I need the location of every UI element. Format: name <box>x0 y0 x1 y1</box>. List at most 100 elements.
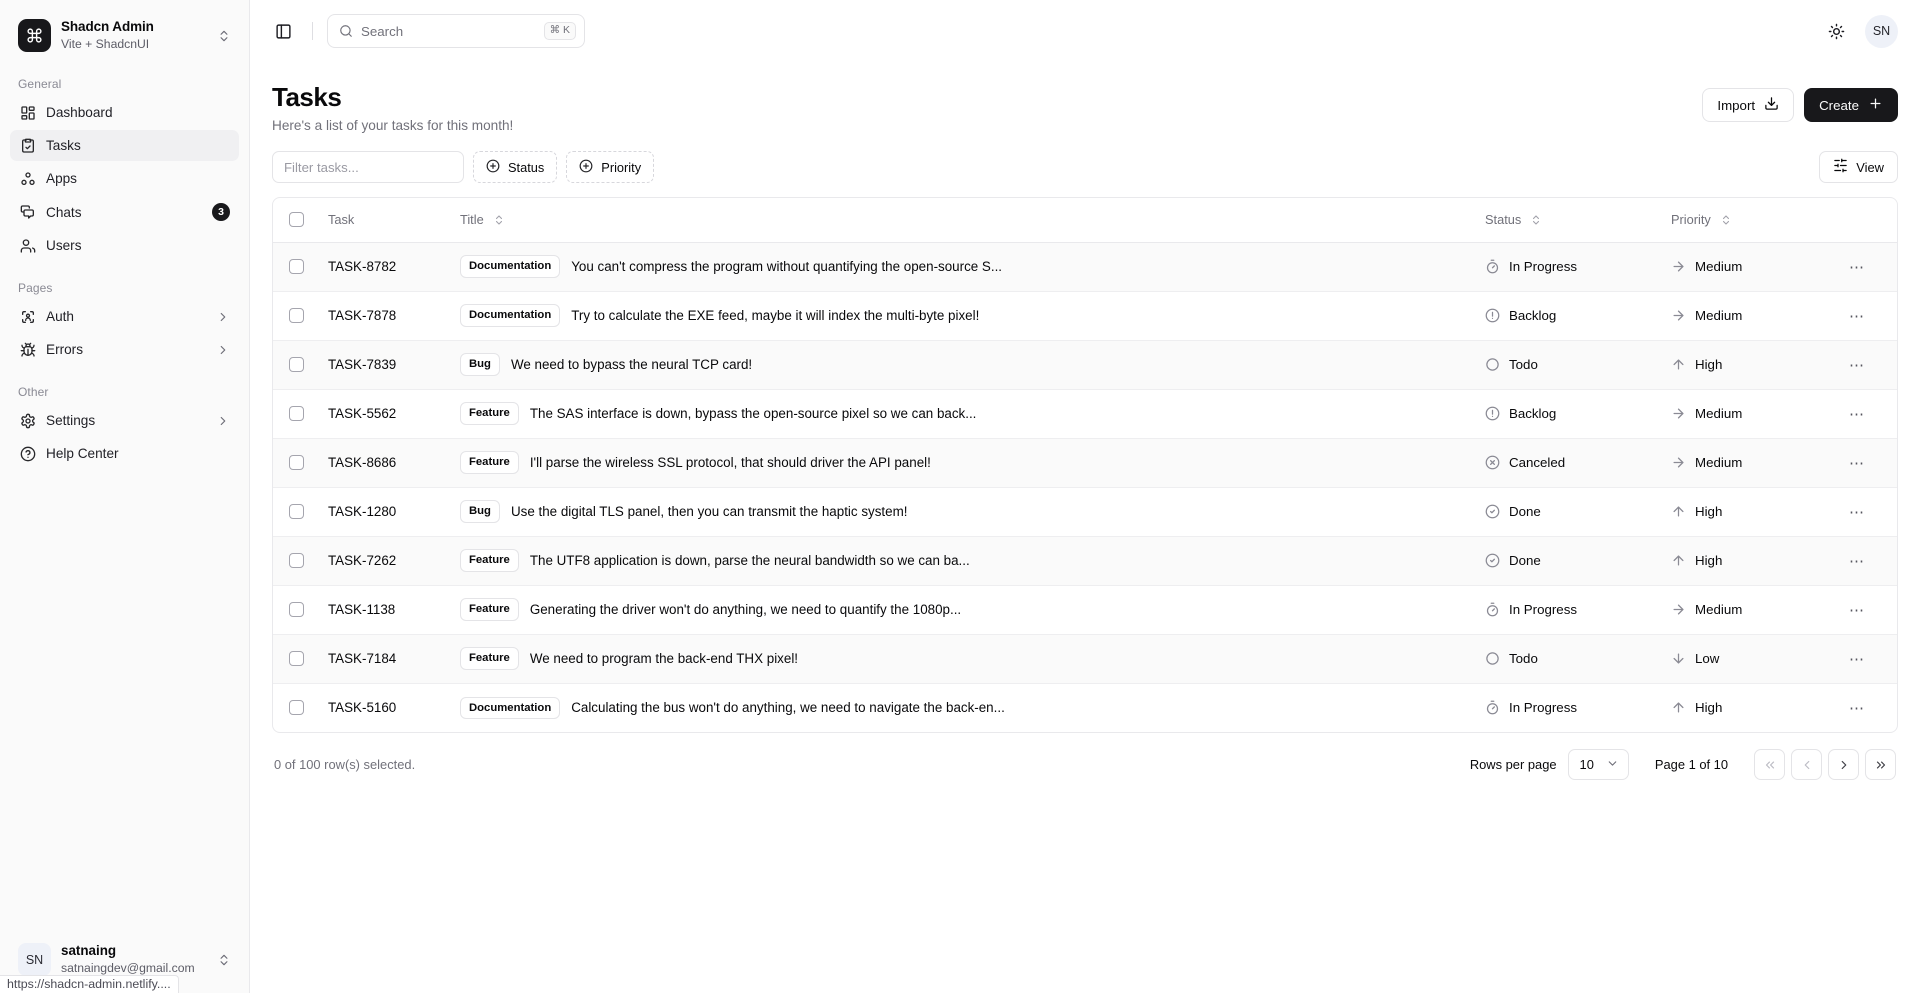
column-title-sort[interactable]: Title <box>460 212 505 227</box>
sidebar-item-settings[interactable]: Settings <box>10 405 239 436</box>
table-row[interactable]: TASK-1280 Bug Use the digital TLS panel, t… <box>273 487 1897 536</box>
row-select-cell <box>273 487 316 536</box>
ellipsis-icon[interactable]: ⋯ <box>1843 253 1871 281</box>
column-task-header: Task <box>328 212 354 227</box>
row-status-label: Todo <box>1509 357 1538 372</box>
previous-page-button[interactable] <box>1791 749 1822 780</box>
arrow-up-icon <box>1671 504 1686 519</box>
table-row[interactable]: TASK-8686 Feature I'll parse the wireless … <box>273 438 1897 487</box>
page-subtitle: Here's a list of your tasks for this mon… <box>272 118 514 133</box>
table-row[interactable]: TASK-1138 Feature Generating the driver wo… <box>273 585 1897 634</box>
sidebar-item-apps[interactable]: Apps <box>10 163 239 194</box>
row-status-cell: Canceled <box>1473 438 1659 487</box>
table-row[interactable]: TASK-7262 Feature The UTF8 application is … <box>273 536 1897 585</box>
row-priority-label: High <box>1695 504 1723 519</box>
divider <box>312 22 313 40</box>
first-page-button[interactable] <box>1754 749 1785 780</box>
sidebar-item-tasks[interactable]: Tasks <box>10 130 239 162</box>
row-actions-cell: ⋯ <box>1831 242 1897 291</box>
row-checkbox[interactable] <box>289 406 304 421</box>
rows-per-page-label: Rows per page <box>1469 757 1557 772</box>
row-task-id: TASK-8686 <box>328 455 397 470</box>
row-actions-cell: ⋯ <box>1831 389 1897 438</box>
ellipsis-icon[interactable]: ⋯ <box>1843 645 1871 673</box>
table-row[interactable]: TASK-8782 Documentation You can't compress… <box>273 242 1897 291</box>
row-tag: Bug <box>460 353 500 376</box>
sidebar-item-users[interactable]: Users <box>10 230 239 261</box>
row-checkbox[interactable] <box>289 602 304 617</box>
row-priority-label: Low <box>1695 651 1720 666</box>
row-checkbox[interactable] <box>289 504 304 519</box>
sidebar-item-help-center[interactable]: Help Center <box>10 438 239 469</box>
column-priority-sort[interactable]: Priority <box>1671 212 1732 227</box>
ellipsis-icon[interactable]: ⋯ <box>1843 694 1871 722</box>
row-checkbox[interactable] <box>289 308 304 323</box>
facet-filter-status[interactable]: Status <box>473 151 558 183</box>
sidebar-item-auth[interactable]: Auth <box>10 301 239 332</box>
ellipsis-icon[interactable]: ⋯ <box>1843 498 1871 526</box>
sidebar-item-chats[interactable]: Chats 3 <box>10 196 239 228</box>
sun-icon[interactable] <box>1821 16 1851 46</box>
import-button[interactable]: Import <box>1702 88 1795 122</box>
rows-per-page-select[interactable]: 10 <box>1567 749 1629 780</box>
ellipsis-icon[interactable]: ⋯ <box>1843 351 1871 379</box>
row-checkbox[interactable] <box>289 700 304 716</box>
filter-tasks-input[interactable] <box>272 151 464 183</box>
create-button[interactable]: Create <box>1804 88 1898 122</box>
row-status-cell: Todo <box>1473 340 1659 389</box>
facet-filter-priority[interactable]: Priority <box>566 151 655 183</box>
row-select-cell <box>273 242 316 291</box>
facet-filter-priority-label: Priority <box>601 159 642 175</box>
table-row[interactable]: TASK-7184 Feature We need to program the b… <box>273 634 1897 683</box>
row-tag: Feature <box>460 549 519 572</box>
ellipsis-icon[interactable]: ⋯ <box>1843 449 1871 477</box>
ellipsis-icon[interactable]: ⋯ <box>1843 400 1871 428</box>
sidebar-item-errors[interactable]: Errors <box>10 334 239 365</box>
row-actions-cell: ⋯ <box>1831 683 1897 732</box>
row-checkbox[interactable] <box>289 259 304 274</box>
next-page-button[interactable] <box>1828 749 1859 780</box>
table-row[interactable]: TASK-7878 Documentation Try to calculate t… <box>273 291 1897 340</box>
column-status-sort[interactable]: Status <box>1485 212 1542 227</box>
page-header: Tasks Here's a list of your tasks for th… <box>272 68 1898 151</box>
row-title-cell: Feature I'll parse the wireless SSL proto… <box>448 438 1473 487</box>
sidebar-item-label: Users <box>46 238 82 254</box>
chevrons-up-down-icon <box>217 29 231 43</box>
row-status-label: Backlog <box>1509 308 1557 323</box>
topbar-avatar[interactable]: SN <box>1865 14 1898 48</box>
column-actions <box>1831 198 1897 243</box>
row-priority-label: Medium <box>1695 308 1743 323</box>
column-task-label: Task <box>328 212 355 228</box>
row-checkbox[interactable] <box>289 553 304 568</box>
gear-icon <box>19 412 36 429</box>
ellipsis-icon[interactable]: ⋯ <box>1843 547 1871 575</box>
sidebar-header: Shadcn Admin Vite + ShadcnUI <box>0 0 249 67</box>
panel-left-icon[interactable] <box>268 16 298 46</box>
table-row[interactable]: TASK-5562 Feature The SAS interface is dow… <box>273 389 1897 438</box>
row-checkbox[interactable] <box>289 651 304 666</box>
team-switcher[interactable]: Shadcn Admin Vite + ShadcnUI <box>10 12 239 59</box>
row-status-cell: In Progress <box>1473 242 1659 291</box>
ellipsis-icon[interactable]: ⋯ <box>1843 302 1871 330</box>
table-row[interactable]: TASK-7839 Bug We need to bypass the neural… <box>273 340 1897 389</box>
row-status-label: In Progress <box>1509 700 1577 716</box>
sidebar-item-dashboard[interactable]: Dashboard <box>10 97 239 128</box>
column-select-all <box>273 198 316 243</box>
select-all-checkbox[interactable] <box>289 212 304 228</box>
search-placeholder: Search <box>361 23 404 39</box>
row-title-cell: Feature Generating the driver won't do an… <box>448 585 1473 634</box>
row-priority-label: High <box>1695 700 1723 716</box>
row-checkbox[interactable] <box>289 455 304 470</box>
table-row[interactable]: TASK-5160 Documentation Calculating the bu… <box>273 683 1897 732</box>
row-tag: Feature <box>460 451 519 474</box>
search-input[interactable]: Search ⌘ K <box>327 14 585 48</box>
row-checkbox[interactable] <box>289 357 304 372</box>
sliders-icon <box>1833 158 1848 176</box>
tasks-table: Task Title Status Priority TASK-8782 Doc… <box>272 197 1898 733</box>
ellipsis-icon[interactable]: ⋯ <box>1843 596 1871 624</box>
main-area: Search ⌘ K SN Tasks Here's a list of you… <box>250 0 1920 993</box>
row-tag: Documentation <box>460 696 561 719</box>
sort-icon <box>1530 214 1542 226</box>
view-options-button[interactable]: View <box>1819 151 1898 183</box>
last-page-button[interactable] <box>1865 749 1896 780</box>
